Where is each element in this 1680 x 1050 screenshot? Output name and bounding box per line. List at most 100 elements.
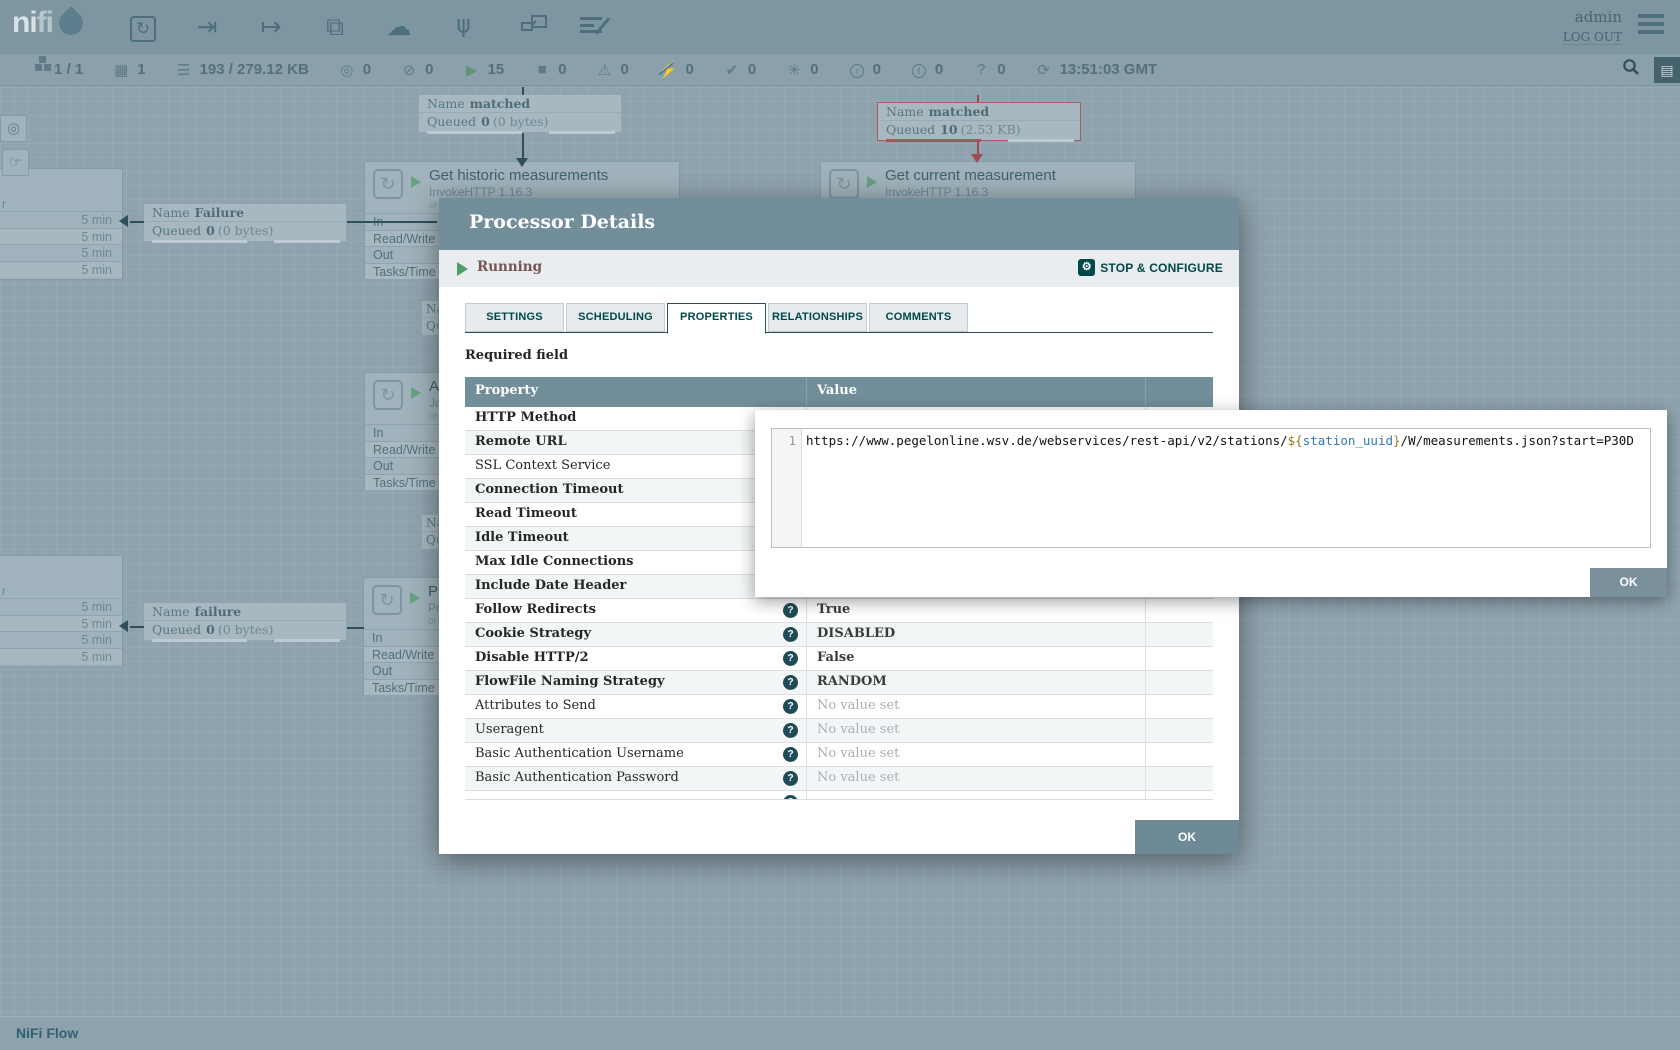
output-port-icon: ↦ [256, 14, 286, 40]
dialog-header: Processor Details [439, 198, 1239, 250]
property-value: RANDOM [817, 674, 887, 689]
processor-stat-value: 5 min [0, 244, 122, 261]
breadcrumb-bar: NiFi Flow [0, 1016, 1680, 1050]
connection-name-row: Namematched [878, 103, 1080, 121]
property-value-cell[interactable]: No value set [807, 695, 1146, 718]
table-row: Cookie Strategy?DISABLED [465, 623, 1213, 647]
logo-text-ni: ni [12, 6, 37, 40]
processor-name: P [428, 583, 438, 600]
label-icon [576, 14, 606, 40]
tab-relationships[interactable]: RELATIONSHIPS [768, 303, 867, 332]
tab-comments[interactable]: COMMENTS [869, 303, 968, 332]
not-transmitting-icon: ⊘ [401, 61, 417, 79]
property-name: Follow Redirects [475, 602, 596, 617]
status-running-count: 15 [487, 61, 504, 78]
stop-and-configure-button[interactable]: ⚙ STOP & CONFIGURE [1078, 259, 1223, 276]
table-row: FlowFile Naming Strategy?RANDOM [465, 671, 1213, 695]
fragment-text: Na [422, 301, 438, 318]
name-value: Failure [195, 205, 244, 220]
property-value-cell[interactable]: False [807, 647, 1146, 670]
property-value: False [817, 650, 854, 665]
current-user: admin [1563, 8, 1622, 26]
template-icon [512, 14, 542, 40]
property-name-cell: Useragent? [465, 719, 807, 742]
processor-type-icon: ↻ [373, 169, 403, 199]
property-value-cell[interactable] [807, 791, 1146, 800]
fragment-text: Na [422, 515, 438, 532]
processor-name: Get current measurement [885, 167, 1056, 184]
property-name: Remote URL [475, 434, 567, 449]
processor-type-icon: ↻ [372, 585, 402, 615]
status-stopped: ■0 [534, 61, 566, 78]
property-value-cell[interactable]: No value set [807, 767, 1146, 790]
column-header-value: Value [807, 377, 1146, 407]
connection-label: NamematchedQueued10(2.53 KB) [877, 102, 1081, 141]
required-field-note: Required field [465, 348, 568, 363]
gear-icon: ⚙ [1078, 259, 1095, 276]
process-group-icon: ⧉ [320, 14, 350, 40]
column-header-property: Property [465, 377, 807, 407]
connection-name-row: Namefailure [144, 603, 346, 621]
locally-modified-stale-icon: ! [911, 61, 927, 78]
help-icon[interactable]: ? [783, 795, 798, 800]
help-icon[interactable]: ? [783, 771, 798, 786]
queued-size: (0 bytes) [218, 622, 274, 637]
tab-properties[interactable]: PROPERTIES [667, 303, 766, 334]
app-header: nifi ↻⇥↦⧉☁⋔ admin LOG OUT [0, 0, 1680, 54]
editor-code-line[interactable]: https://www.pegelonline.wsv.de/webservic… [802, 429, 1650, 547]
processor-name: Get historic measurements [429, 167, 608, 184]
status-locally-modified-stale-count: 0 [935, 61, 943, 78]
connection-label-fragment: NaQu [421, 300, 439, 336]
dialog-tabs: SETTINGSSCHEDULINGPROPERTIESRELATIONSHIP… [465, 303, 1213, 333]
table-header: Property Value [465, 377, 1213, 407]
tab-scheduling[interactable]: SCHEDULING [566, 303, 665, 332]
help-icon[interactable]: ? [783, 603, 798, 618]
status-stopped-count: 0 [558, 61, 566, 78]
help-icon[interactable]: ? [783, 747, 798, 762]
property-value-cell[interactable]: True [807, 599, 1146, 622]
connection-line [522, 133, 524, 158]
fragment-text: Qu [422, 318, 438, 335]
status-sync-failure: ?0 [973, 61, 1005, 78]
help-icon[interactable]: ? [783, 627, 798, 642]
disabled-icon: ⚡ [659, 61, 678, 79]
transmitting-icon: ◎ [339, 61, 355, 79]
connection-queued-row: Queued0(0 bytes) [144, 222, 346, 240]
help-icon[interactable]: ? [783, 699, 798, 714]
property-name: Connection Timeout [475, 482, 623, 497]
dialog-ok-button[interactable]: OK [1135, 820, 1239, 854]
processor-stat-value: 5 min [0, 598, 122, 615]
processor-run-icon [411, 387, 421, 399]
hand-pointer-icon-box: ☞ [2, 149, 29, 176]
property-value-cell[interactable]: No value set [807, 743, 1146, 766]
status-queue-count: 193 / 279.12 KB [200, 61, 309, 78]
el-open: ${ [1288, 433, 1303, 448]
filler-cell [1146, 599, 1213, 622]
status-invalid-count: 0 [621, 61, 629, 78]
percent-bar [549, 131, 615, 134]
filler-cell [1146, 719, 1213, 742]
status-running: ▶15 [463, 61, 504, 79]
help-icon[interactable]: ? [783, 723, 798, 738]
property-value: No value set [817, 746, 899, 761]
nifi-drop-icon [54, 6, 88, 40]
status-sync-failure-count: 0 [997, 61, 1005, 78]
property-value-cell[interactable]: No value set [807, 719, 1146, 742]
status-refresh-count: 13:51:03 GMT [1060, 61, 1158, 78]
expression-editor[interactable]: 1 https://www.pegelonline.wsv.de/webserv… [771, 428, 1651, 548]
connection-line [977, 95, 979, 102]
tab-settings[interactable]: SETTINGS [465, 303, 564, 332]
property-value-cell[interactable]: RANDOM [807, 671, 1146, 694]
fragment-text: Qu [422, 532, 438, 549]
help-icon[interactable]: ? [783, 651, 798, 666]
help-icon[interactable]: ? [783, 675, 798, 690]
component-toolbar: ↻⇥↦⧉☁⋔ [128, 0, 606, 54]
processor-stat-value: 5 min [0, 615, 122, 632]
processor-name: A [429, 378, 439, 395]
queue-percent-bars [144, 240, 346, 243]
name-value: matched [470, 96, 531, 111]
property-value-cell[interactable]: DISABLED [807, 623, 1146, 646]
sync-failure-icon: ? [973, 61, 989, 78]
editor-ok-button[interactable]: OK [1590, 568, 1667, 597]
dialog-status-row: Running ⚙ STOP & CONFIGURE [439, 250, 1239, 287]
